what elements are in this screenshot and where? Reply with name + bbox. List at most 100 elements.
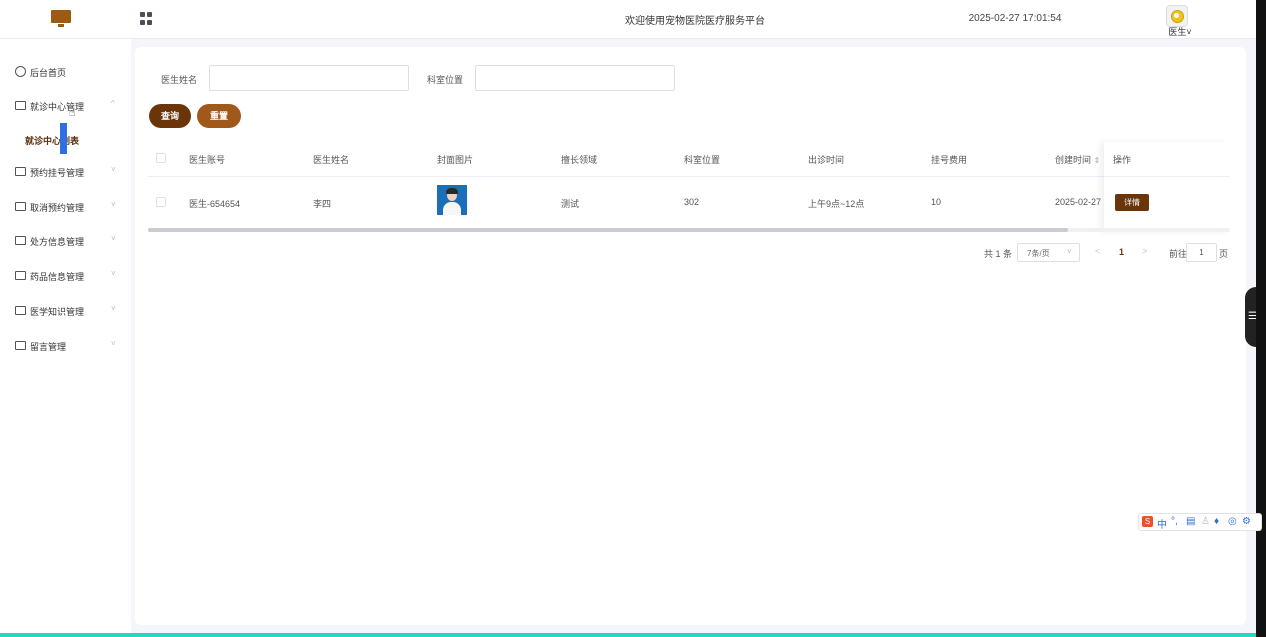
cell-name: 李四 [313, 199, 332, 209]
sidebar-item-medical-knowledge[interactable]: 医学知识管理 ˅ [0, 299, 131, 323]
ime-keyboard-icon[interactable]: ▤ [1186, 516, 1195, 527]
chevron-down-icon: ˅ [111, 339, 116, 348]
sidebar-item-visit-center[interactable]: 就诊中心管理 ^ [0, 94, 131, 118]
doctor-photo[interactable] [437, 185, 467, 215]
reset-button[interactable]: 重置 [197, 104, 241, 128]
goto-page-input[interactable]: 1 [1186, 243, 1217, 262]
user-avatar[interactable] [1166, 5, 1188, 27]
column-header: 医生账号 [189, 155, 226, 165]
chevron-down-icon: ˅ [111, 304, 116, 313]
header-divider [1104, 176, 1230, 177]
monitor-logo-icon [51, 10, 71, 28]
dept-location-input[interactable] [475, 65, 675, 91]
text-cursor-highlight [60, 123, 67, 154]
doctor-name-label: 医生姓名 [161, 75, 198, 85]
sidebar-item-label: 留言管理 [30, 342, 67, 352]
sidebar-item-cancel-appointment[interactable]: 取消预约管理 ˅ [0, 195, 131, 219]
sidebar-item-label: 取消预约管理 [30, 203, 85, 213]
chevron-down-icon: ˅ [111, 165, 116, 174]
list-icon [15, 306, 26, 315]
ime-skin-icon[interactable]: ♦ [1214, 516, 1219, 527]
column-header: 挂号费用 [931, 155, 968, 165]
sort-icon: ⇕ [1093, 156, 1101, 165]
ime-punctuation-icon[interactable]: °, [1171, 516, 1178, 527]
ime-target-icon[interactable]: ◎ [1228, 516, 1237, 527]
query-button[interactable]: 查询 [149, 104, 191, 128]
sidebar-item-home[interactable]: 后台首页 [0, 60, 131, 84]
window-frame-right [1256, 0, 1266, 637]
column-header: 擅长领域 [561, 155, 598, 165]
collapse-menu-icon[interactable] [140, 12, 153, 25]
sidebar-item-appointment[interactable]: 预约挂号管理 ˅ [0, 160, 131, 184]
ime-user-icon[interactable]: ♙ [1201, 516, 1210, 527]
list-icon [15, 167, 26, 176]
column-header: 医生姓名 [313, 155, 350, 165]
cell-specialty: 测试 [561, 199, 580, 209]
main-content-card: 医生姓名 科室位置 查询 重置 医生账号 医生姓名 封面图片 擅长领域 科室位置… [135, 47, 1246, 625]
page-size-value: 7条/页 [1027, 249, 1050, 258]
current-datetime: 2025-02-27 17:01:54 [968, 13, 1062, 24]
sidebar-item-prescription[interactable]: 处方信息管理 ˅ [0, 229, 131, 253]
doctor-name-input[interactable] [209, 65, 409, 91]
chevron-down-icon: ˅ [1186, 27, 1192, 37]
sidebar-item-label: 医学知识管理 [30, 307, 85, 317]
page-suffix-label: 页 [1219, 249, 1229, 259]
sidebar: 后台首页 就诊中心管理 ^ 就诊中心列表 ☝ 预约挂号管理 ˅ 取消预约管理 ˅… [0, 39, 131, 633]
ime-chinese-mode-icon[interactable]: 中 [1157, 516, 1167, 531]
ime-settings-icon[interactable]: ⚙ [1242, 516, 1251, 527]
sidebar-item-label: 处方信息管理 [30, 237, 85, 247]
chevron-down-icon: ˅ [1067, 247, 1072, 256]
detail-button[interactable]: 详情 [1115, 194, 1149, 211]
hand-pointer-icon: ☝ [69, 107, 76, 119]
list-icon [15, 341, 26, 350]
chevron-down-icon: ˅ [111, 200, 116, 209]
cell-account: 医生-654654 [189, 199, 241, 209]
sidebar-subitem-label: 就诊中心列表 [25, 136, 80, 146]
sidebar-item-label: 就诊中心管理 [30, 102, 85, 112]
sidebar-item-label: 后台首页 [30, 68, 67, 78]
chevron-down-icon: ˅ [111, 269, 116, 278]
sidebar-item-medicine[interactable]: 药品信息管理 ˅ [0, 264, 131, 288]
prev-page-button[interactable]: < [1095, 246, 1100, 256]
user-role-dropdown[interactable]: 医生˅ [1160, 25, 1200, 38]
list-icon [15, 236, 26, 245]
column-header: 科室位置 [684, 155, 721, 165]
user-role-label: 医生 [1168, 27, 1187, 37]
next-page-button[interactable]: > [1142, 246, 1147, 256]
select-all-checkbox[interactable] [156, 153, 166, 163]
top-header: 欢迎使用宠物医院医疗服务平台 2025-02-27 17:01:54 医生˅ [0, 0, 1256, 39]
scrollbar-thumb[interactable] [148, 228, 1068, 232]
side-drawer-handle[interactable]: ☰ [1245, 287, 1257, 347]
menu-icon: ☰ [1248, 311, 1257, 322]
sidebar-item-label: 预约挂号管理 [30, 168, 85, 178]
column-header-label: 创建时间 [1055, 155, 1092, 165]
cell-hours: 上午9点~12点 [808, 199, 865, 209]
welcome-title: 欢迎使用宠物医院医疗服务平台 [625, 16, 765, 27]
column-header-action: 操作 [1113, 155, 1132, 165]
current-page-number[interactable]: 1 [1119, 247, 1124, 257]
list-icon [15, 202, 26, 211]
column-header-created[interactable]: 创建时间 ⇕ [1055, 153, 1100, 166]
row-checkbox[interactable] [156, 197, 166, 207]
cell-created: 2025-02-27 1 [1055, 197, 1109, 207]
table-horizontal-scrollbar[interactable] [148, 228, 1230, 232]
fixed-action-column: 操作 [1104, 142, 1230, 232]
header-divider [148, 176, 1230, 177]
column-header: 出诊时间 [808, 155, 845, 165]
chevron-down-icon: ˅ [111, 234, 116, 243]
ime-logo-icon: S [1142, 516, 1153, 527]
dept-location-label: 科室位置 [427, 75, 464, 85]
goto-label: 前往 [1169, 249, 1188, 259]
sidebar-item-messages[interactable]: 留言管理 ˅ [0, 334, 131, 358]
ime-toolbar[interactable]: S 中 °, ▤ ♙ ♦ ◎ ⚙ [1138, 513, 1262, 531]
page-size-select[interactable]: 7条/页 ˅ [1017, 243, 1080, 262]
chevron-up-icon: ^ [111, 99, 115, 108]
cell-location: 302 [684, 197, 700, 207]
clock-icon [15, 66, 26, 77]
window-frame-bottom [0, 633, 1256, 637]
list-icon [15, 101, 26, 110]
column-header: 封面图片 [437, 155, 474, 165]
sidebar-item-label: 药品信息管理 [30, 272, 85, 282]
pagination-total: 共 1 条 [984, 249, 1013, 259]
list-icon [15, 271, 26, 280]
